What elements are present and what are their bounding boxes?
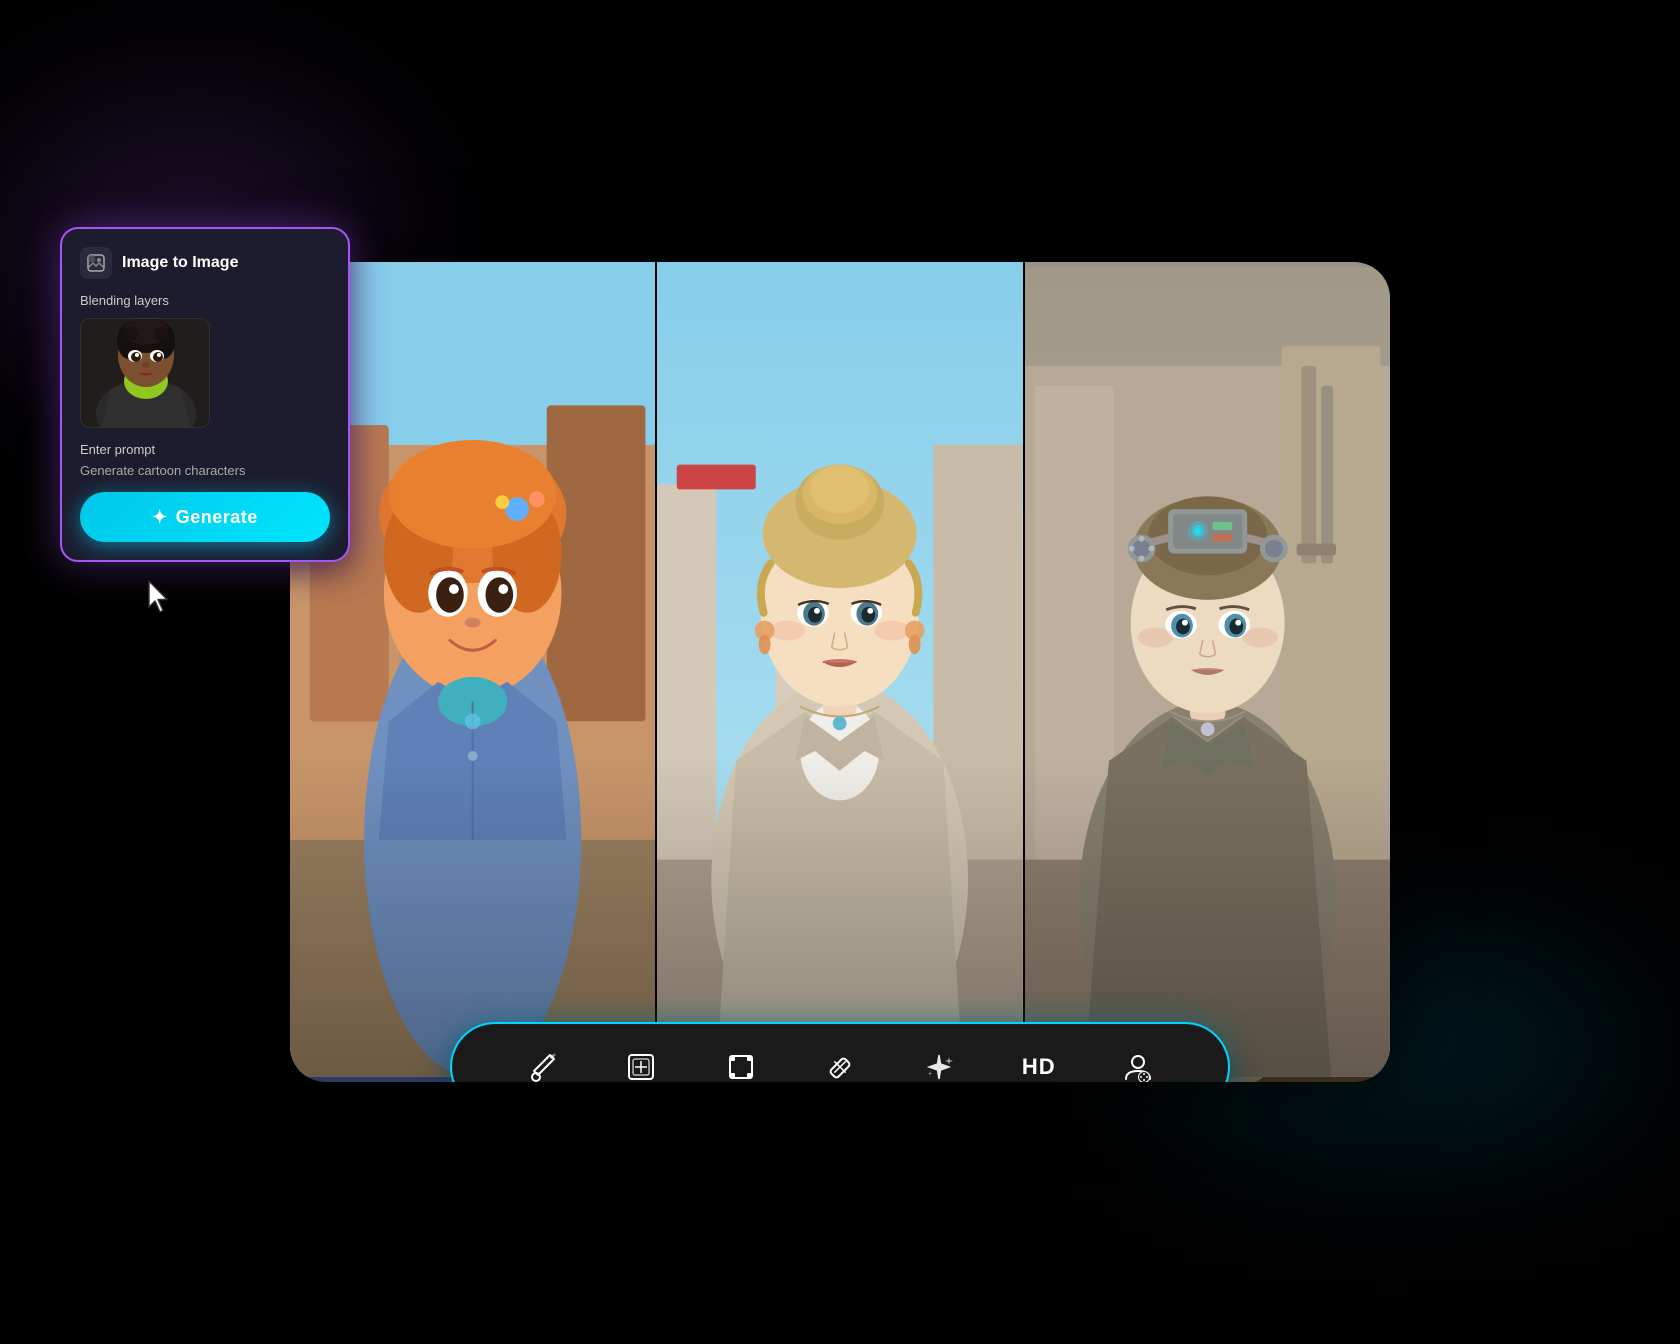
prompt-text: Generate cartoon characters <box>80 463 330 478</box>
char-svg-2 <box>657 262 1022 1082</box>
panel-icon <box>80 247 112 279</box>
portrait-tool-button[interactable] <box>1112 1041 1164 1082</box>
char-svg-3 <box>1025 262 1390 1082</box>
generate-label: Generate <box>176 507 258 528</box>
eraser-tool-button[interactable] <box>814 1041 866 1082</box>
sparkle-icon: ✦ <box>152 507 168 528</box>
blending-layer-thumbnail[interactable] <box>80 318 210 428</box>
cursor-pointer <box>147 579 175 615</box>
layers-tool-button[interactable] <box>615 1041 667 1082</box>
bottom-toolbar: HD <box>450 1022 1230 1082</box>
panel-title: Image to Image <box>122 254 238 272</box>
hd-label: HD <box>1022 1054 1056 1080</box>
image-slot-2 <box>655 262 1022 1082</box>
brush-tool-button[interactable] <box>516 1041 568 1082</box>
blending-layers-section: Blending layers <box>80 293 330 428</box>
main-panel: HD <box>290 262 1390 1082</box>
hd-button[interactable]: HD <box>1013 1041 1065 1082</box>
prompt-section: Enter prompt Generate cartoon characters <box>80 442 330 478</box>
blending-label: Blending layers <box>80 293 330 308</box>
panel-header: Image to Image <box>80 247 330 279</box>
floating-panel: Image to Image Blending layers <box>60 227 350 562</box>
generate-button[interactable]: ✦ Generate <box>80 492 330 542</box>
scene-container: HD <box>140 147 1540 1197</box>
image-slot-3 <box>1023 262 1390 1082</box>
images-row <box>290 262 1390 1082</box>
select-tool-button[interactable] <box>715 1041 767 1082</box>
prompt-label: Enter prompt <box>80 442 330 457</box>
magic-tool-button[interactable] <box>913 1041 965 1082</box>
